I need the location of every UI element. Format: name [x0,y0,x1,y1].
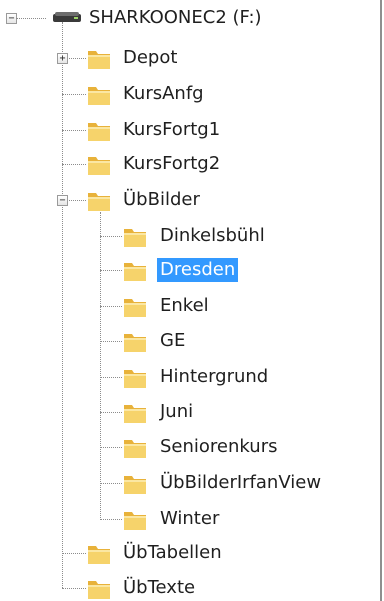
tree-line [100,212,101,520]
tree-node-dresden[interactable]: Dresden [157,255,239,285]
folder-label: ÜbBilderIrfanView [160,472,322,493]
folder-label: GE [160,330,186,351]
tree-node-depot[interactable]: Depot [120,43,180,73]
tree-line [62,164,86,165]
tree-line [100,270,122,271]
tree-node-seniorenkurs[interactable]: Seniorenkurs [157,432,280,462]
tree-line [100,519,122,520]
tree-node-ge[interactable]: GE [157,326,188,356]
tree-node-kursanfg[interactable]: KursAnfg [120,79,207,109]
tree-node-ubtexte[interactable]: ÜbTexte [120,573,198,601]
folder-label: KursFortg1 [123,119,221,140]
folder-icon [88,193,110,211]
drive-icon [53,12,81,22]
folder-icon [124,440,146,458]
tree-node-kursfortg2[interactable]: KursFortg2 [120,149,223,179]
collapse-toggle-ubbilder[interactable]: − [57,195,68,206]
folder-icon [88,581,110,599]
folder-tree-panel: − SHARKOONEC2 (F:) + Depot KursAnfg Kurs… [0,0,384,601]
tree-line [100,306,122,307]
tree-line [100,412,122,413]
tree-line [100,236,122,237]
folder-icon [88,51,110,69]
tree-node-dinkelsbuhl[interactable]: Dinkelsbühl [157,221,268,251]
folder-icon [88,123,110,141]
folder-label: ÜbTexte [123,577,196,598]
folder-label-selected: Dresden [157,258,239,282]
folder-label: Enkel [160,295,209,316]
tree-line [100,377,122,378]
folder-icon [124,512,146,530]
tree-node-ubbilder[interactable]: ÜbBilder [120,185,203,215]
expand-toggle-depot[interactable]: + [57,53,68,64]
tree-line [62,553,86,554]
folder-label: ÜbTabellen [123,542,222,563]
tree-node-ubbilderirfanview[interactable]: ÜbBilderIrfanView [157,468,324,498]
drive-label: SHARKOONEC2 (F:) [89,7,262,28]
folder-icon [124,334,146,352]
folder-icon [88,546,110,564]
folder-label: Dinkelsbühl [160,225,265,246]
folder-label: Juni [160,401,194,422]
folder-icon [124,229,146,247]
folder-label: Seniorenkurs [160,436,278,457]
tree-line [16,18,46,19]
tree-node-kursfortg1[interactable]: KursFortg1 [120,115,223,145]
tree-line [100,483,122,484]
tree-line [100,447,122,448]
tree-line [62,588,86,589]
folder-icon [124,405,146,423]
folder-icon [124,476,146,494]
folder-icon [124,370,146,388]
folder-label: Depot [123,47,178,68]
folder-label: KursFortg2 [123,153,221,174]
folder-label: Winter [160,508,220,529]
tree-node-drive[interactable]: SHARKOONEC2 (F:) [86,3,265,33]
tree-node-ubtabellen[interactable]: ÜbTabellen [120,538,225,568]
tree-node-enkel[interactable]: Enkel [157,291,212,321]
tree-node-juni[interactable]: Juni [157,397,196,427]
tree-line [62,130,86,131]
folder-label: Hintergrund [160,366,269,387]
panel-border [380,0,382,601]
tree-node-hintergrund[interactable]: Hintergrund [157,362,271,392]
folder-icon [88,157,110,175]
folder-icon [124,263,146,281]
folder-label: KursAnfg [123,83,204,104]
tree-line [100,341,122,342]
tree-line [62,94,86,95]
tree-node-winter[interactable]: Winter [157,504,222,534]
folder-label: ÜbBilder [123,189,200,210]
folder-icon [124,299,146,317]
folder-icon [88,87,110,105]
tree-line [62,22,63,588]
